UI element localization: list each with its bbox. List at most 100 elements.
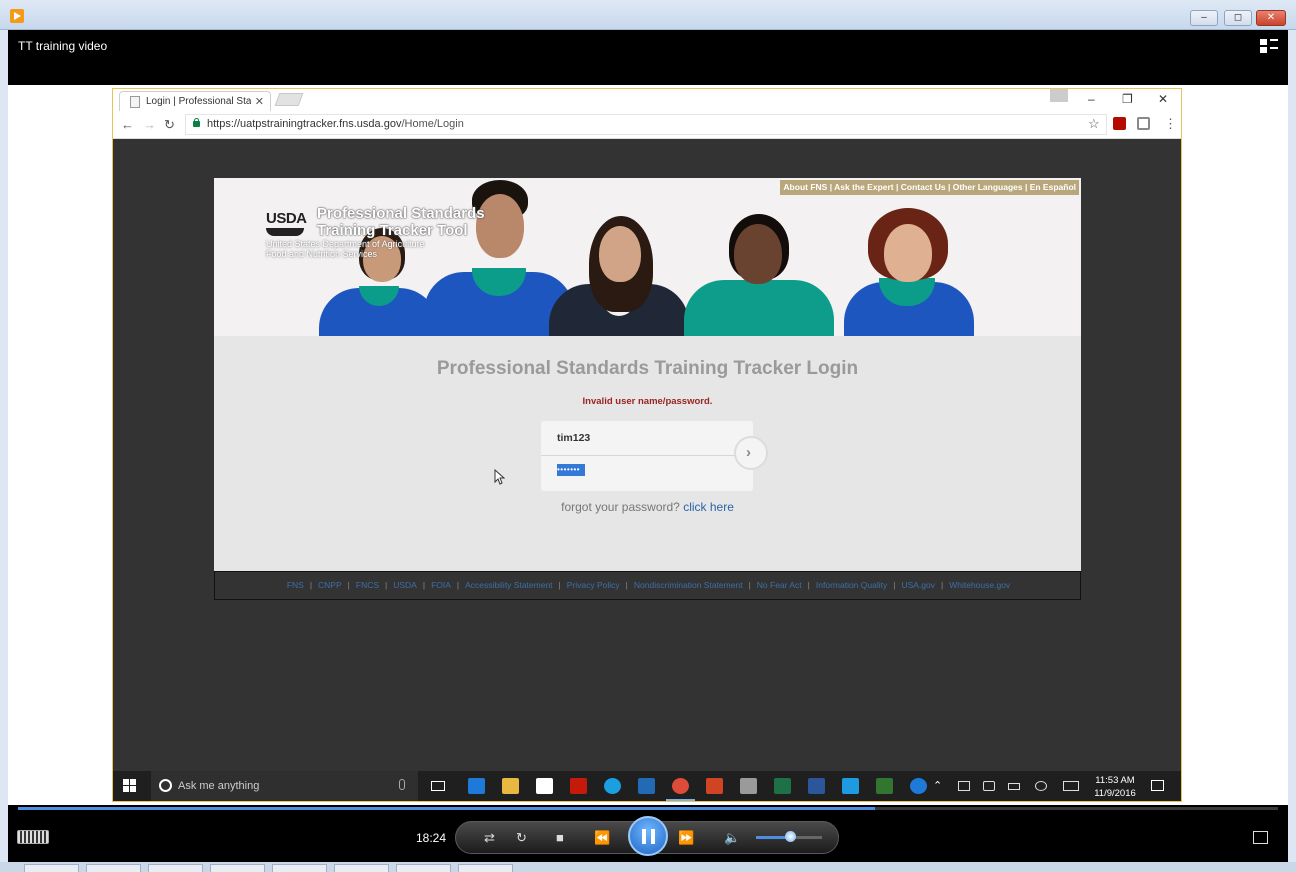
pen-icon[interactable] xyxy=(1035,781,1047,791)
notifications-icon[interactable] xyxy=(1151,780,1164,791)
rewind-icon[interactable]: ⏪ xyxy=(594,830,610,846)
footer-link[interactable]: Privacy Policy xyxy=(567,580,620,590)
chrome-icon[interactable] xyxy=(666,778,695,801)
internet-explorer-icon[interactable] xyxy=(842,778,859,794)
login-form: ••••••• xyxy=(541,421,753,491)
host-taskbar-item[interactable] xyxy=(396,864,451,872)
pause-button[interactable] xyxy=(628,816,668,856)
footer-link[interactable]: FOIA xyxy=(431,580,451,590)
error-message: Invalid user name/password. xyxy=(582,396,713,407)
file-explorer-icon[interactable] xyxy=(502,778,519,794)
project-icon[interactable] xyxy=(876,778,893,794)
task-view-icon[interactable] xyxy=(431,781,445,791)
network-app-icon[interactable] xyxy=(740,778,757,794)
username-input[interactable] xyxy=(541,421,753,456)
page-footer: FNS | CNPP | FNCS | USDA | FOIA | Accessibility St… xyxy=(214,571,1081,600)
footer-separator: | xyxy=(347,580,350,590)
switch-layout-icon[interactable] xyxy=(1260,39,1278,53)
login-submit-button[interactable]: › xyxy=(734,436,768,470)
browser-minimize-icon[interactable]: – xyxy=(1088,92,1095,106)
browser-restore-icon[interactable]: ❐ xyxy=(1122,92,1133,106)
tab-title: Login | Professional Stan xyxy=(146,96,251,107)
cortana-search-box[interactable]: Ask me anything xyxy=(151,771,418,801)
login-section: Professional Standards Training Tracker … xyxy=(214,336,1081,571)
chevron-up-icon[interactable]: ⌃ xyxy=(933,779,942,792)
bookmark-star-icon[interactable]: ☆ xyxy=(1088,116,1100,132)
speaker-icon[interactable]: 🔈 xyxy=(724,830,740,846)
extension-icon[interactable] xyxy=(1137,117,1150,130)
password-input[interactable]: ••••••• xyxy=(541,457,753,491)
powerpoint-icon[interactable] xyxy=(706,778,723,794)
page-favicon-icon xyxy=(130,96,140,108)
host-taskbar-item[interactable] xyxy=(148,864,203,872)
profile-icon[interactable] xyxy=(1050,89,1068,102)
volume-slider-handle[interactable] xyxy=(785,831,796,842)
reload-icon[interactable]: ↻ xyxy=(164,117,175,133)
back-icon[interactable]: ← xyxy=(121,117,134,132)
repeat-icon[interactable]: ↻ xyxy=(516,830,527,846)
host-taskbar xyxy=(0,862,1296,872)
new-tab-button[interactable] xyxy=(274,93,304,106)
footer-link[interactable]: FNS xyxy=(287,580,304,590)
acrobat-icon[interactable] xyxy=(570,778,587,794)
forgot-password-link[interactable]: click here xyxy=(683,500,734,514)
seek-bar[interactable] xyxy=(18,807,1278,810)
footer-link[interactable]: No Fear Act xyxy=(757,580,802,590)
browser-close-icon[interactable]: ✕ xyxy=(1158,92,1168,106)
host-taskbar-item[interactable] xyxy=(86,864,141,872)
tab-close-icon[interactable]: ✕ xyxy=(255,95,264,108)
network-icon[interactable] xyxy=(958,781,970,791)
page-viewport: About FNS | Ask the Expert | Contact Us … xyxy=(113,139,1181,771)
minimize-button[interactable]: – xyxy=(1190,10,1218,26)
edge-icon[interactable] xyxy=(468,778,485,794)
footer-link[interactable]: USDA xyxy=(393,580,417,590)
host-taskbar-item[interactable] xyxy=(458,864,513,872)
browser-menu-icon[interactable]: ⋮ xyxy=(1164,116,1177,132)
fast-forward-icon[interactable]: ⏩ xyxy=(678,830,694,846)
footer-link[interactable]: FNCS xyxy=(356,580,379,590)
footer-link[interactable]: USA.gov xyxy=(901,580,935,590)
host-taskbar-item[interactable] xyxy=(272,864,327,872)
maximize-button[interactable]: ◻ xyxy=(1224,10,1252,26)
outlook-icon[interactable] xyxy=(638,778,655,794)
password-selected-text: ••••••• xyxy=(557,464,585,476)
footer-link[interactable]: Nondiscrimination Statement xyxy=(634,580,743,590)
site-banner: About FNS | Ask the Expert | Contact Us … xyxy=(214,178,1081,336)
chevron-right-icon: › xyxy=(746,444,751,461)
media-player-app-icon xyxy=(10,9,24,23)
stop-icon[interactable]: ■ xyxy=(556,830,564,845)
footer-link[interactable]: CNPP xyxy=(318,580,342,590)
fullscreen-icon[interactable] xyxy=(1253,831,1268,844)
battery-icon[interactable] xyxy=(1008,783,1020,790)
footer-separator: | xyxy=(456,580,460,590)
close-button[interactable]: ✕ xyxy=(1256,10,1286,26)
windows-start-icon[interactable] xyxy=(123,779,137,793)
tab-login[interactable]: Login | Professional Stan ✕ xyxy=(119,91,271,111)
excel-icon[interactable] xyxy=(774,778,791,794)
login-heading: Professional Standards Training Tracker … xyxy=(436,358,859,379)
pause-icon xyxy=(642,829,646,844)
word-icon[interactable] xyxy=(808,778,825,794)
top-utility-links[interactable]: About FNS | Ask the Expert | Contact Us … xyxy=(780,180,1079,195)
volume-muted-icon[interactable] xyxy=(983,781,995,791)
footer-link[interactable]: Whitehouse.gov xyxy=(949,580,1010,590)
host-taskbar-item[interactable] xyxy=(24,864,79,872)
footer-link[interactable]: Accessibility Statement xyxy=(465,580,552,590)
microphone-icon[interactable] xyxy=(399,779,405,790)
skype-icon[interactable] xyxy=(604,778,621,794)
agency-name-line-1: United States Department of Agriculture xyxy=(266,239,425,249)
usda-logo: USDA xyxy=(266,210,307,236)
shuffle-icon[interactable]: ⇄ xyxy=(484,830,495,846)
keyboard-icon[interactable] xyxy=(1063,781,1079,791)
host-taskbar-item[interactable] xyxy=(210,864,265,872)
taskbar-clock[interactable]: 11:53 AM 11/9/2016 xyxy=(1085,774,1145,800)
acrobat-extension-icon[interactable] xyxy=(1113,117,1126,130)
host-taskbar-item[interactable] xyxy=(334,864,389,872)
url-path: /Home/Login xyxy=(401,118,464,130)
footer-separator: | xyxy=(941,580,944,590)
footer-link[interactable]: Information Quality xyxy=(816,580,887,590)
address-bar[interactable]: https://uatpstrainingtracker.fns.usda.go… xyxy=(185,114,1107,135)
forward-icon[interactable]: → xyxy=(143,117,156,132)
store-icon[interactable] xyxy=(536,778,553,794)
help-icon[interactable] xyxy=(910,778,927,794)
